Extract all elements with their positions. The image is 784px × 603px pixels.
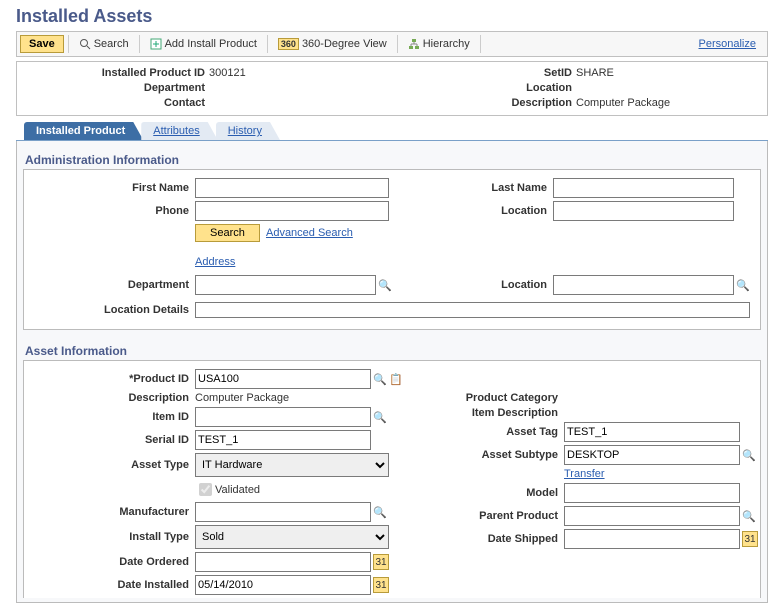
add-icon (150, 38, 162, 50)
tabs: Installed Product Attributes History (16, 122, 768, 141)
search-icon (79, 38, 91, 50)
last-name-input[interactable] (553, 178, 734, 198)
manufacturer-label: Manufacturer (34, 506, 195, 518)
validated-checkbox (199, 483, 212, 496)
location-header-label: Location (392, 81, 576, 96)
item-id-input[interactable] (195, 407, 371, 427)
description-header-value: Computer Package (576, 96, 670, 111)
address-link[interactable]: Address (195, 256, 235, 268)
tab-history[interactable]: History (216, 122, 280, 140)
manufacturer-input[interactable] (195, 502, 371, 522)
view-360-button[interactable]: 360 360-Degree View (272, 36, 393, 52)
admin-location2-input[interactable] (553, 275, 734, 295)
asset-tag-label: Asset Tag (403, 426, 564, 438)
lookup-icon[interactable]: 🔍 (742, 509, 756, 523)
hierarchy-button[interactable]: Hierarchy (402, 36, 476, 52)
date-shipped-input[interactable] (564, 529, 740, 549)
admin-location-label: Location (392, 205, 553, 217)
asset-type-select[interactable]: IT Hardware (195, 453, 389, 477)
header-info: Installed Product ID300121 Department Co… (16, 61, 768, 116)
lookup-icon[interactable]: 🔍 (736, 278, 750, 292)
admin-search-button[interactable]: Search (195, 224, 260, 242)
asset-section-title: Asset Information (23, 338, 761, 360)
view-360-label: 360-Degree View (302, 38, 387, 50)
item-id-label: Item ID (34, 411, 195, 423)
asset-subtype-label: Asset Subtype (403, 449, 564, 461)
add-install-product-button[interactable]: Add Install Product (144, 36, 263, 52)
model-label: Model (403, 487, 564, 499)
admin-location-input[interactable] (553, 201, 734, 221)
last-name-label: Last Name (392, 182, 553, 194)
save-button[interactable]: Save (20, 35, 64, 53)
installed-product-id-value: 300121 (209, 66, 246, 81)
lookup-icon[interactable]: 🔍 (373, 410, 387, 424)
product-id-label: Product ID (34, 373, 195, 385)
tab-attributes[interactable]: Attributes (141, 122, 217, 140)
admin-location2-label: Location (392, 279, 553, 291)
asset-description-value: Computer Package (195, 392, 289, 404)
asset-description-label: Description (34, 392, 195, 404)
view-360-icon: 360 (278, 38, 299, 50)
search-label: Search (94, 38, 129, 50)
install-type-label: Install Type (34, 531, 195, 543)
search-button[interactable]: Search (73, 36, 135, 52)
content: Administration Information First Name Ph… (16, 141, 768, 603)
page-title: Installed Assets (0, 0, 784, 31)
transfer-link[interactable]: Transfer (564, 468, 605, 480)
phone-label: Phone (34, 205, 195, 217)
advanced-search-link[interactable]: Advanced Search (266, 227, 353, 239)
lookup-icon[interactable]: 🔍 (373, 372, 387, 386)
product-category-label: Product Category (403, 392, 564, 404)
lookup-icon[interactable]: 🔍 (378, 278, 392, 292)
setid-label: SetID (392, 66, 576, 81)
calendar-icon[interactable]: 31 (373, 554, 389, 570)
department-label: Department (34, 279, 195, 291)
hierarchy-icon (408, 38, 420, 50)
admin-section: First Name Phone Search Advanced Search … (23, 169, 761, 330)
description-header-label: Description (392, 96, 576, 111)
date-shipped-label: Date Shipped (403, 533, 564, 545)
department-input[interactable] (195, 275, 376, 295)
date-installed-label: Date Installed (34, 579, 195, 591)
contact-header-label: Contact (25, 96, 209, 111)
location-details-label: Location Details (34, 304, 195, 316)
personalize-link[interactable]: Personalize (699, 38, 764, 50)
add-install-product-label: Add Install Product (165, 38, 257, 50)
parent-product-label: Parent Product (403, 510, 564, 522)
validated-label: Validated (215, 484, 260, 496)
first-name-input[interactable] (195, 178, 389, 198)
calendar-icon[interactable]: 31 (742, 531, 758, 547)
item-description-label: Item Description (403, 407, 564, 419)
date-installed-input[interactable] (195, 575, 371, 595)
toolbar: Save Search Add Install Product 360 360-… (16, 31, 768, 57)
asset-subtype-input[interactable] (564, 445, 740, 465)
model-input[interactable] (564, 483, 740, 503)
asset-tag-input[interactable] (564, 422, 740, 442)
calendar-icon[interactable]: 31 (373, 577, 389, 593)
install-type-select[interactable]: Sold (195, 525, 389, 549)
department-header-label: Department (25, 81, 209, 96)
lookup-icon[interactable]: 🔍 (373, 505, 387, 519)
date-ordered-label: Date Ordered (34, 556, 195, 568)
serial-id-label: Serial ID (34, 434, 195, 446)
hierarchy-label: Hierarchy (423, 38, 470, 50)
first-name-label: First Name (34, 182, 195, 194)
setid-value: SHARE (576, 66, 614, 81)
location-details-input[interactable] (195, 302, 750, 318)
detail-icon[interactable]: 📋 (389, 372, 403, 386)
asset-section: Product ID🔍📋 DescriptionComputer Package… (23, 360, 761, 598)
date-ordered-input[interactable] (195, 552, 371, 572)
product-id-input[interactable] (195, 369, 371, 389)
lookup-icon[interactable]: 🔍 (742, 448, 756, 462)
admin-section-title: Administration Information (23, 147, 761, 169)
tab-installed-product[interactable]: Installed Product (24, 122, 143, 140)
phone-input[interactable] (195, 201, 389, 221)
installed-product-id-label: Installed Product ID (25, 66, 209, 81)
parent-product-input[interactable] (564, 506, 740, 526)
asset-type-label: Asset Type (34, 459, 195, 471)
serial-id-input[interactable] (195, 430, 371, 450)
